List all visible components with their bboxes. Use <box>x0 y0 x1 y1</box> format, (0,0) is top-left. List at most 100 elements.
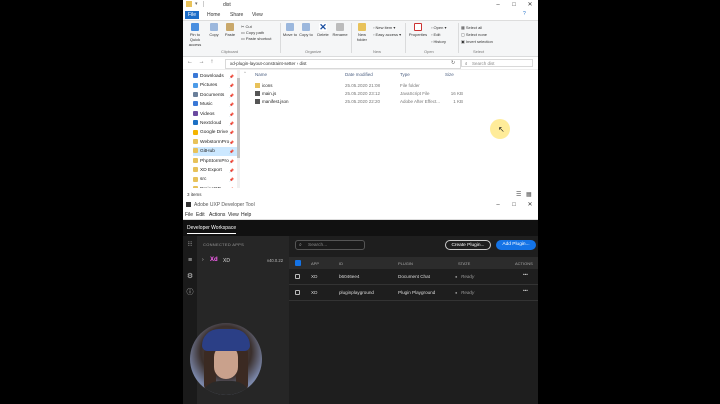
row-checkbox[interactable] <box>295 274 300 279</box>
menu-file[interactable]: File <box>185 212 193 218</box>
row-checkbox[interactable] <box>295 290 300 295</box>
navigation-scrollbar[interactable] <box>237 70 240 188</box>
plugin-app: XD <box>311 274 318 279</box>
pin-icon: 📌 <box>229 177 234 183</box>
nav-item[interactable]: Videos 📌 <box>193 110 238 119</box>
copy-label: Copy <box>209 32 219 37</box>
nav-item[interactable]: src 📌 <box>193 175 238 184</box>
file-row[interactable]: icons 25.05.2020 21:08 File folder <box>241 82 538 90</box>
pin-quick-access-button[interactable]: Pin to Quick access <box>185 23 205 47</box>
menu-view[interactable]: View <box>228 212 239 218</box>
nav-item[interactable]: Pictures 📌 <box>193 81 238 90</box>
tab-home[interactable]: Home <box>207 11 220 19</box>
column-header-type[interactable]: Type <box>400 72 410 77</box>
ribbon-separator <box>405 23 406 53</box>
connected-app-row[interactable]: › Xd XD v40.0.22 <box>197 254 289 268</box>
minimize-icon[interactable]: – <box>490 200 506 210</box>
column-header-size[interactable]: Size <box>445 72 454 77</box>
chevron-right-icon[interactable]: › <box>202 257 204 263</box>
close-icon[interactable]: ✕ <box>522 200 538 210</box>
maximize-icon[interactable]: □ <box>506 200 522 210</box>
nav-item[interactable]: Google Drive 📌 <box>193 128 238 137</box>
navigation-arrows-icon[interactable]: ← → ↑ <box>187 59 215 65</box>
open-button[interactable]: ▫ Open ▾ <box>431 24 446 31</box>
tiles-view-icon[interactable]: ▦ <box>526 191 532 198</box>
file-date: 25.05.2020 23:12 <box>345 91 381 96</box>
menu-edit[interactable]: Edit <box>196 212 205 218</box>
copy-to-button[interactable]: Copy to <box>298 23 314 37</box>
videos-icon <box>193 110 198 116</box>
scrollbar-thumb[interactable] <box>237 78 240 158</box>
settings-gear-icon[interactable]: ⚙ <box>186 273 194 281</box>
menu-help[interactable]: Help <box>241 212 251 218</box>
delete-button[interactable]: ✕ Delete <box>315 22 331 38</box>
minimize-icon[interactable]: – <box>490 0 506 10</box>
menu-actions[interactable]: Actions <box>209 212 225 218</box>
nav-item-label: XD Export <box>200 168 222 173</box>
delete-icon: ✕ <box>319 22 327 32</box>
tab-file[interactable]: File <box>185 11 199 19</box>
details-view-icon[interactable]: ☰ <box>516 191 521 198</box>
breadcrumb[interactable]: xd-plugin-layout-constraint-setter › dis… <box>230 61 307 66</box>
properties-button[interactable]: Properties <box>407 23 429 37</box>
close-icon[interactable]: ✕ <box>522 0 538 10</box>
pin-icon <box>191 23 199 31</box>
select-all-checkbox[interactable] <box>295 260 301 266</box>
new-folder-button[interactable]: New folder <box>353 23 371 42</box>
more-actions-icon[interactable]: ••• <box>523 272 528 277</box>
select-none-button[interactable]: ▢ Select none <box>461 31 493 38</box>
refresh-icon[interactable]: ↻ <box>451 60 455 66</box>
nav-item[interactable]: WebstormPro 📌 <box>193 138 238 147</box>
nav-item[interactable]: GitHub 📌 <box>193 147 238 157</box>
help-icon[interactable]: ? <box>523 11 526 17</box>
tab-developer-workspace[interactable]: Developer Workspace <box>187 223 237 234</box>
quick-access-toolbar-icon[interactable]: ▾ <box>195 1 198 7</box>
history-button[interactable]: ▫ History <box>431 38 446 45</box>
select-all-button[interactable]: ▦ Select all <box>461 24 493 31</box>
copy-button[interactable]: Copy <box>206 23 222 37</box>
invert-selection-button[interactable]: ▣ Invert selection <box>461 38 493 45</box>
tab-view[interactable]: View <box>252 11 263 19</box>
easy-access-button[interactable]: ▫ Easy access ▾ <box>373 31 401 38</box>
apps-grid-icon[interactable]: ⁝⁝ <box>186 241 194 249</box>
search-input[interactable]: ⌕ Search dist <box>461 59 533 67</box>
plugin-row[interactable]: XD pluginplayground Plugin Playground ● Read… <box>289 286 538 301</box>
plugin-search-input[interactable]: ⌕ Search... <box>295 240 365 250</box>
workspace-bar: Developer Workspace <box>183 220 538 236</box>
column-header-date[interactable]: Date modified <box>345 72 373 77</box>
file-name: main.js <box>255 90 276 98</box>
paste-button[interactable]: Paste <box>222 23 238 37</box>
column-header-name[interactable]: Name <box>255 72 267 77</box>
webcam-presenter <box>190 323 262 395</box>
file-row[interactable]: manifest.json 25.05.2020 22:20 Adobe After… <box>241 98 538 106</box>
nav-item[interactable]: PhpStormPro 📌 <box>193 157 238 166</box>
tab-share[interactable]: Share <box>230 11 243 19</box>
nav-item[interactable]: Documents 📌 <box>193 91 238 100</box>
plugin-id: b6046ee4 <box>339 274 360 279</box>
address-bar[interactable]: xd-plugin-layout-constraint-setter › dis… <box>225 59 461 69</box>
create-plugin-button[interactable]: Create Plugin... <box>445 240 491 250</box>
paste-icon <box>226 23 234 31</box>
more-actions-icon[interactable]: ••• <box>523 288 528 293</box>
state-dot-icon: ● <box>455 290 458 295</box>
nav-item[interactable]: Project3D 📌 <box>193 185 238 188</box>
info-icon[interactable]: ⓘ <box>186 289 194 297</box>
paste-shortcut-button[interactable]: ▭ Paste shortcut <box>241 36 271 42</box>
nav-item[interactable]: XD Export 📌 <box>193 166 238 175</box>
pin-icon: 📌 <box>229 74 234 79</box>
connected-apps-header: CONNECTED APPS <box>203 242 245 247</box>
menu-list-icon[interactable]: ≡ <box>186 257 194 265</box>
plugin-row[interactable]: XD b6046ee4 Document Chat ● Ready ••• <box>289 270 538 285</box>
file-row[interactable]: main.js 25.05.2020 23:12 JavaScript File 16… <box>241 90 538 98</box>
edit-button[interactable]: ▫ Edit <box>431 31 446 38</box>
maximize-icon[interactable]: □ <box>506 0 522 10</box>
nav-item[interactable]: Music 📌 <box>193 100 238 109</box>
rename-button[interactable]: Rename <box>332 23 348 37</box>
new-item-button[interactable]: ▫ New item ▾ <box>373 24 401 31</box>
status-bar: 3 items ☰ ▦ <box>183 190 538 200</box>
add-plugin-button[interactable]: Add Plugin... <box>496 240 536 250</box>
move-to-button[interactable]: Move to <box>282 23 298 37</box>
select-none-label: Select none <box>465 32 488 37</box>
nav-item[interactable]: Nextcloud 📌 <box>193 119 238 128</box>
nav-item[interactable]: Downloads 📌 <box>193 72 238 81</box>
